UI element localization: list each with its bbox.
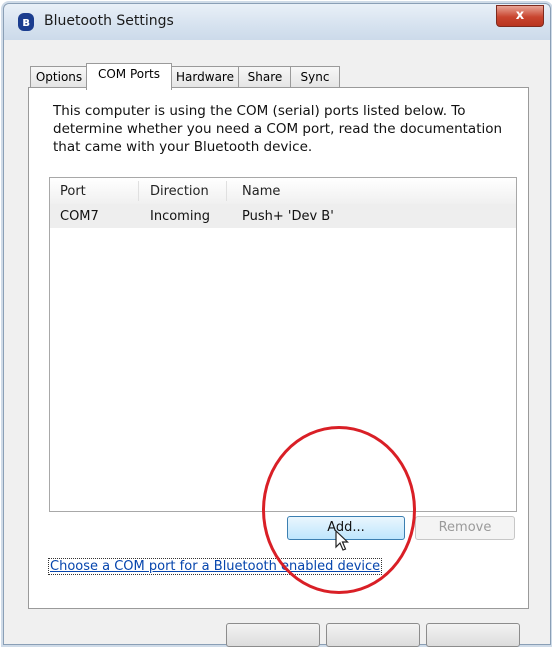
title-bar[interactable]: ʙ Bluetooth Settings x <box>4 4 550 40</box>
cell-name: Push+ 'Dev B' <box>242 209 334 224</box>
cell-port: COM7 <box>60 209 99 224</box>
tab-options[interactable]: Options <box>30 66 88 88</box>
bluetooth-icon: ʙ <box>18 13 34 31</box>
column-divider[interactable] <box>138 181 139 201</box>
column-divider[interactable] <box>226 181 227 201</box>
list-header: Port Direction Name <box>50 178 516 205</box>
apply-button[interactable] <box>426 623 520 647</box>
com-ports-list[interactable]: Port Direction Name COM7 Incoming Push+ … <box>49 177 517 512</box>
tab-hardware[interactable]: Hardware <box>170 66 240 88</box>
window-title: Bluetooth Settings <box>44 13 174 29</box>
remove-button[interactable]: Remove <box>415 516 515 540</box>
cell-direction: Incoming <box>150 209 210 224</box>
tab-share[interactable]: Share <box>238 66 292 88</box>
close-button[interactable]: x <box>496 5 544 27</box>
cancel-button[interactable] <box>326 623 420 647</box>
com-ports-panel: This computer is using the COM (serial) … <box>28 87 529 609</box>
ok-button[interactable] <box>226 623 320 647</box>
tab-com-ports[interactable]: COM Ports <box>86 63 172 90</box>
column-header-port[interactable]: Port <box>60 184 86 199</box>
table-row[interactable]: COM7 Incoming Push+ 'Dev B' <box>50 204 516 228</box>
choose-com-port-link[interactable]: Choose a COM port for a Bluetooth enable… <box>48 558 383 575</box>
bluetooth-settings-window: ʙ Bluetooth Settings x Options COM Ports… <box>3 3 551 647</box>
tab-sync[interactable]: Sync <box>290 66 340 88</box>
column-header-name[interactable]: Name <box>242 184 280 199</box>
column-header-direction[interactable]: Direction <box>150 184 209 199</box>
description-text: This computer is using the COM (serial) … <box>53 103 503 155</box>
mouse-pointer-icon <box>335 530 349 551</box>
